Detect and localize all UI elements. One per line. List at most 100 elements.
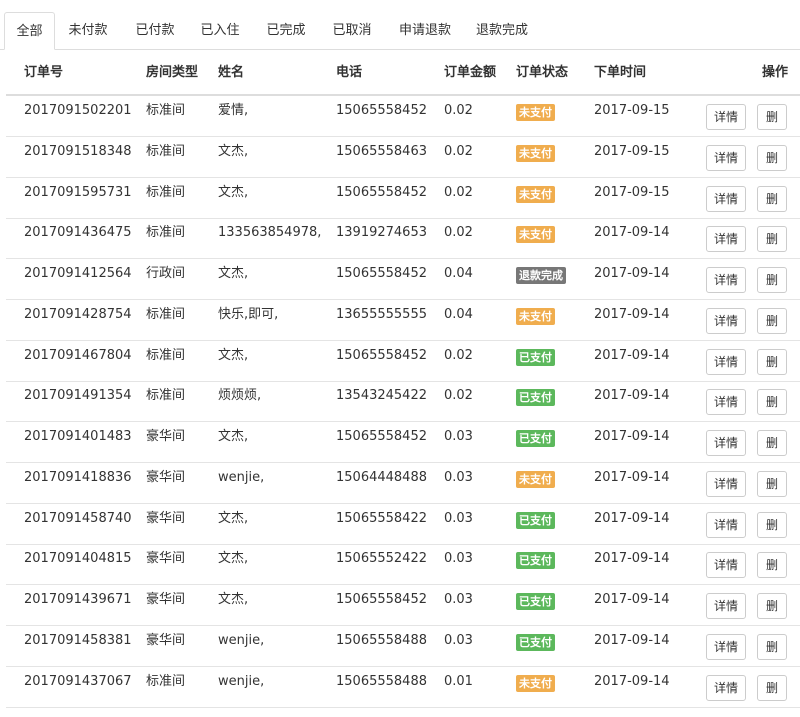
header-room-type: 房间类型: [146, 65, 199, 80]
table-row: 2017091436475 标准间 133563854978, 13919274653…: [6, 218, 800, 260]
delete-button[interactable]: 删: [757, 104, 787, 130]
detail-button[interactable]: 详情: [706, 470, 746, 497]
amount-cell: 0.02: [444, 143, 473, 159]
delete-button[interactable]: 删: [757, 552, 787, 579]
delete-button[interactable]: 删: [757, 633, 787, 660]
tab-refund-completed[interactable]: 退款完成: [467, 12, 537, 50]
room-type-cell: 标准间: [146, 306, 186, 322]
order-time-cell: 2017-09-14: [594, 469, 670, 485]
detail-button[interactable]: 详情: [706, 593, 746, 619]
status-badge: 已支付: [516, 511, 555, 529]
room-type-cell: 标准间: [146, 388, 186, 404]
detail-button[interactable]: 详情: [706, 144, 746, 171]
detail-button[interactable]: 详情: [706, 307, 746, 334]
status-badge: 已支付: [516, 552, 555, 570]
phone-cell: 15065558488: [336, 632, 427, 648]
header-amount: 订单金额: [444, 65, 497, 80]
order-time-cell: 2017-09-14: [594, 225, 670, 241]
order-no-cell: 2017091428754: [24, 306, 132, 322]
amount-cell: 0.02: [444, 103, 473, 118]
delete-button[interactable]: 删: [757, 430, 787, 456]
table-row: 2017091491354 标准间 烦烦烦, 13543245422 0.02 2017-…: [6, 381, 800, 423]
order-no-cell: 2017091439671: [24, 592, 132, 607]
room-type-cell: 豪华间: [146, 592, 186, 607]
tab-paid[interactable]: 已付款: [124, 12, 186, 50]
order-time-cell: 2017-09-14: [594, 306, 670, 322]
guest-name-cell: 文杰,: [218, 510, 249, 526]
phone-cell: 13655555555: [336, 306, 427, 322]
tab-cancelled[interactable]: 已取消: [321, 12, 383, 50]
tab-unpaid[interactable]: 未付款: [58, 12, 118, 50]
guest-name-cell: 文杰,: [218, 143, 249, 159]
guest-name-cell: wenjie,: [218, 632, 265, 648]
tab-all[interactable]: 全部: [4, 12, 55, 50]
order-no-cell: 2017091491354: [24, 388, 132, 404]
delete-button[interactable]: 删: [757, 593, 787, 619]
order-no-cell: 2017091401483: [24, 429, 132, 444]
delete-button[interactable]: 删: [757, 389, 787, 416]
amount-cell: 0.03: [444, 510, 473, 526]
guest-name-cell: 文杰,: [218, 551, 249, 567]
amount-cell: 0.03: [444, 632, 473, 648]
phone-cell: 15065558463: [336, 143, 427, 159]
status-badge: 已支付: [516, 389, 555, 407]
order-time-cell: 2017-09-14: [594, 510, 670, 526]
table-row: 2017091595731 标准间 文杰, 15065558452 0.02 2017-0…: [6, 178, 800, 219]
table-row: 2017091428754 标准间 快乐,即可, 13655555555 0.04 201…: [6, 300, 800, 341]
amount-cell: 0.03: [444, 592, 473, 607]
status-badge: 未支付: [516, 104, 555, 121]
guest-name-cell: wenjie,: [218, 469, 265, 485]
delete-button[interactable]: 删: [757, 674, 787, 701]
order-no-cell: 2017091437067: [24, 673, 132, 689]
table-row: 2017091418836 豪华间 wenjie, 15064448488 0.03 20…: [6, 463, 800, 504]
amount-cell: 0.02: [444, 347, 473, 363]
detail-button[interactable]: 详情: [706, 552, 746, 579]
detail-button[interactable]: 详情: [706, 633, 746, 660]
room-type-cell: 豪华间: [146, 510, 186, 526]
table-row: 2017091458740 豪华间 文杰, 15065558422 0.03 2017-0…: [6, 504, 800, 545]
phone-cell: 15065558452: [336, 429, 427, 444]
table-row: 2017091439671 豪华间 文杰, 15065558452 0.03 2017-0…: [6, 585, 800, 626]
guest-name-cell: 文杰,: [218, 592, 249, 607]
header-phone: 电话: [336, 65, 363, 80]
detail-button[interactable]: 详情: [706, 104, 746, 130]
status-badge: 已支付: [516, 593, 555, 610]
delete-button[interactable]: 删: [757, 226, 787, 253]
phone-cell: 15065558452: [336, 347, 427, 363]
amount-cell: 0.03: [444, 551, 473, 567]
order-no-cell: 2017091418836: [24, 469, 132, 485]
header-status: 订单状态: [516, 65, 569, 80]
tab-checked-in[interactable]: 已入住: [189, 12, 251, 50]
order-no-cell: 2017091412564: [24, 266, 132, 281]
delete-button[interactable]: 删: [757, 307, 787, 334]
delete-button[interactable]: 删: [757, 470, 787, 497]
detail-button[interactable]: 详情: [706, 226, 746, 253]
phone-cell: 15065558422: [336, 510, 427, 526]
detail-button[interactable]: 详情: [706, 674, 746, 701]
room-type-cell: 标准间: [146, 103, 186, 118]
order-time-cell: 2017-09-14: [594, 266, 670, 281]
delete-button[interactable]: 删: [757, 185, 787, 212]
detail-button[interactable]: 详情: [706, 348, 746, 375]
table-row: 2017091518348 标准间 文杰, 15065558463 0.02 2017-0…: [6, 137, 800, 178]
tab-refund-requested[interactable]: 申请退款: [390, 12, 460, 50]
order-time-cell: 2017-09-15: [594, 103, 670, 118]
detail-button[interactable]: 详情: [706, 185, 746, 212]
table-row: 2017091467804 标准间 文杰, 15065558452 0.02 2017-0…: [6, 341, 800, 382]
detail-button[interactable]: 详情: [706, 430, 746, 456]
delete-button[interactable]: 删: [757, 267, 787, 293]
detail-button[interactable]: 详情: [706, 267, 746, 293]
header-name: 姓名: [218, 65, 245, 80]
status-badge: 未支付: [516, 144, 555, 162]
detail-button[interactable]: 详情: [706, 389, 746, 416]
tab-completed[interactable]: 已完成: [255, 12, 317, 50]
order-time-cell: 2017-09-14: [594, 673, 670, 689]
detail-button[interactable]: 详情: [706, 511, 746, 538]
delete-button[interactable]: 删: [757, 348, 787, 375]
delete-button[interactable]: 删: [757, 144, 787, 171]
order-status-tabs: 全部 未付款 已付款 已入住 已完成 已取消 申请退款 退款完成: [0, 12, 800, 50]
status-badge: 已支付: [516, 633, 555, 651]
status-badge: 未支付: [516, 226, 555, 244]
delete-button[interactable]: 删: [757, 511, 787, 538]
status-badge: 未支付: [516, 470, 555, 488]
